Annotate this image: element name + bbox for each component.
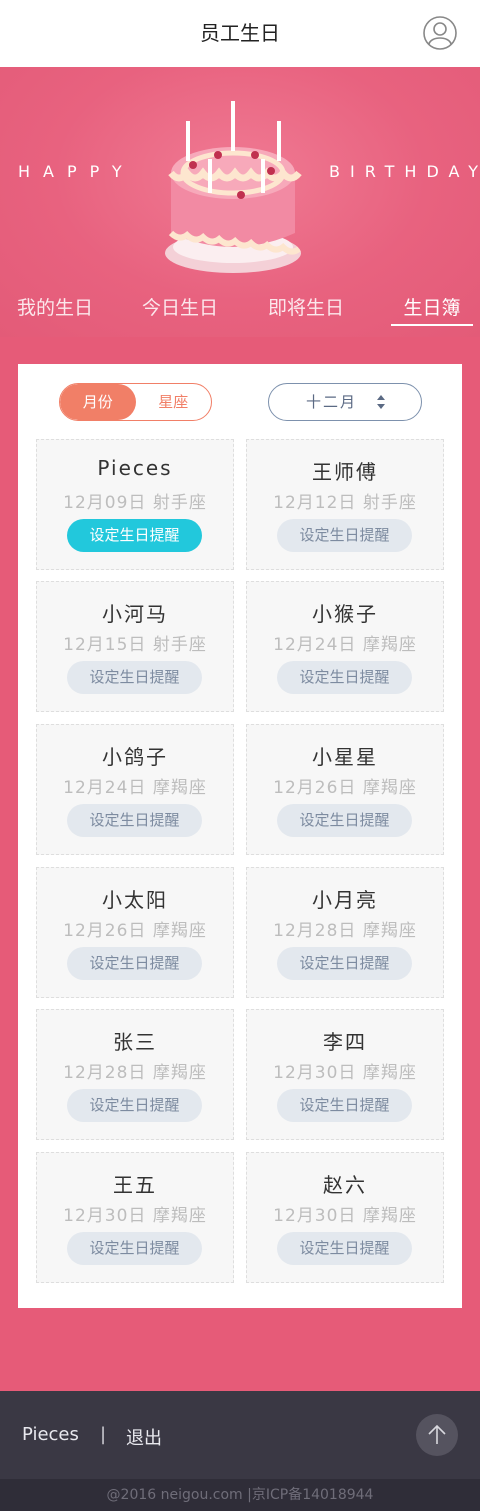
birthday-date: 12月09日 (63, 493, 147, 513)
footer-username-link[interactable]: Pieces (22, 1424, 79, 1445)
month-select[interactable]: 十二月 (268, 383, 422, 421)
filter-toggle: 月份 星座 (59, 383, 212, 421)
filter-by-zodiac-button[interactable]: 星座 (136, 384, 212, 420)
person-card: 李四 12月30日 摩羯座 设定生日提醒 (246, 1009, 444, 1140)
person-card: 小鸽子 12月24日 摩羯座 设定生日提醒 (36, 724, 234, 855)
page-footer: Pieces | 退出 (0, 1391, 480, 1479)
birthday-tabs: 我的生日 今日生日 即将生日 生日簿 (0, 290, 480, 330)
person-card: 小星星 12月26日 摩羯座 设定生日提醒 (246, 724, 444, 855)
zodiac-sign: 射手座 (152, 493, 207, 513)
person-name: 王师傅 (312, 460, 378, 484)
banner-word-happy: HAPPY (18, 162, 135, 181)
zodiac-sign: 摩羯座 (362, 1063, 417, 1083)
zodiac-sign: 摩羯座 (152, 921, 207, 941)
zodiac-sign: 摩羯座 (152, 1063, 207, 1083)
person-card: 王师傅 12月12日 射手座 设定生日提醒 (246, 439, 444, 570)
banner-word-birthday: BIRTHDAY (329, 162, 480, 181)
person-card: Pieces 12月09日 射手座 设定生日提醒 (36, 439, 234, 570)
set-reminder-button[interactable]: 设定生日提醒 (277, 1089, 412, 1122)
arrow-up-icon (428, 1424, 446, 1444)
person-name: 小鸽子 (102, 745, 168, 769)
zodiac-sign: 摩羯座 (152, 1206, 207, 1226)
person-birthday: 12月09日 射手座 (37, 488, 233, 513)
birthday-book-panel: 月份 星座 十二月 Pieces 12月09日 射手座 设定生日提醒 王师傅 1… (18, 364, 462, 1308)
copyright-notice: @2016 neigou.com |京ICP备14018944 (0, 1479, 480, 1511)
birthday-date: 12月30日 (63, 1206, 147, 1226)
person-name: 小月亮 (312, 888, 378, 912)
zodiac-sign: 摩羯座 (152, 778, 207, 798)
person-name: Pieces (97, 456, 173, 480)
person-card: 小河马 12月15日 射手座 设定生日提醒 (36, 581, 234, 712)
app-header: 员工生日 (0, 0, 480, 67)
zodiac-sign: 摩羯座 (362, 778, 417, 798)
person-card: 小月亮 12月28日 摩羯座 设定生日提醒 (246, 867, 444, 998)
person-name: 张三 (113, 1030, 157, 1054)
set-reminder-button[interactable]: 设定生日提醒 (67, 804, 202, 837)
person-name: 小太阳 (102, 888, 168, 912)
person-birthday: 12月26日 摩羯座 (37, 916, 233, 941)
sort-arrows-icon (377, 395, 385, 409)
person-name: 小猴子 (312, 602, 378, 626)
filter-by-month-button[interactable]: 月份 (60, 384, 136, 420)
set-reminder-button[interactable]: 设定生日提醒 (277, 947, 412, 980)
birthday-cake-icon (165, 101, 302, 273)
person-birthday: 12月26日 摩羯座 (247, 773, 443, 798)
person-birthday: 12月28日 摩羯座 (247, 916, 443, 941)
set-reminder-button[interactable]: 设定生日提醒 (67, 519, 202, 552)
person-card: 王五 12月30日 摩羯座 设定生日提醒 (36, 1152, 234, 1283)
birthday-date: 12月26日 (63, 921, 147, 941)
person-birthday: 12月24日 摩羯座 (247, 630, 443, 655)
person-birthday: 12月15日 射手座 (37, 630, 233, 655)
zodiac-sign: 摩羯座 (362, 1206, 417, 1226)
zodiac-sign: 摩羯座 (362, 921, 417, 941)
tab-birthday-book[interactable]: 生日簿 (391, 290, 473, 326)
person-birthday: 12月28日 摩羯座 (37, 1058, 233, 1083)
set-reminder-button[interactable]: 设定生日提醒 (67, 1232, 202, 1265)
person-card: 小猴子 12月24日 摩羯座 设定生日提醒 (246, 581, 444, 712)
set-reminder-button[interactable]: 设定生日提醒 (277, 804, 412, 837)
birthday-date: 12月28日 (63, 1063, 147, 1083)
birthday-date: 12月30日 (273, 1063, 357, 1083)
month-select-value: 十二月 (306, 393, 358, 411)
tab-upcoming-birthday[interactable]: 即将生日 (268, 290, 344, 326)
person-name: 王五 (113, 1173, 157, 1197)
tab-my-birthday[interactable]: 我的生日 (17, 290, 93, 326)
person-name: 赵六 (323, 1173, 367, 1197)
person-birthday: 12月24日 摩羯座 (37, 773, 233, 798)
birthday-date: 12月12日 (273, 493, 357, 513)
set-reminder-button[interactable]: 设定生日提醒 (277, 1232, 412, 1265)
person-birthday: 12月30日 摩羯座 (247, 1058, 443, 1083)
birthday-date: 12月24日 (273, 635, 357, 655)
back-to-top-button[interactable] (416, 1414, 458, 1456)
footer-separator: | (100, 1424, 107, 1445)
birthday-date: 12月15日 (63, 635, 147, 655)
set-reminder-button[interactable]: 设定生日提醒 (277, 519, 412, 552)
set-reminder-button[interactable]: 设定生日提醒 (67, 1089, 202, 1122)
person-birthday: 12月30日 摩羯座 (37, 1201, 233, 1226)
birthday-date: 12月28日 (273, 921, 357, 941)
person-name: 小河马 (102, 602, 168, 626)
zodiac-sign: 射手座 (152, 635, 207, 655)
set-reminder-button[interactable]: 设定生日提醒 (67, 947, 202, 980)
person-birthday: 12月12日 射手座 (247, 488, 443, 513)
set-reminder-button[interactable]: 设定生日提醒 (277, 661, 412, 694)
person-card: 张三 12月28日 摩羯座 设定生日提醒 (36, 1009, 234, 1140)
page-title: 员工生日 (200, 21, 280, 45)
set-reminder-button[interactable]: 设定生日提醒 (67, 661, 202, 694)
person-birthday: 12月30日 摩羯座 (247, 1201, 443, 1226)
zodiac-sign: 摩羯座 (362, 635, 417, 655)
birthday-date: 12月30日 (273, 1206, 357, 1226)
logout-link[interactable]: 退出 (126, 1424, 162, 1450)
birthday-date: 12月26日 (273, 778, 357, 798)
person-name: 李四 (323, 1030, 367, 1054)
zodiac-sign: 射手座 (362, 493, 417, 513)
user-circle-icon[interactable] (423, 16, 457, 50)
tab-today-birthday[interactable]: 今日生日 (142, 290, 218, 326)
person-card: 赵六 12月30日 摩羯座 设定生日提醒 (246, 1152, 444, 1283)
person-card: 小太阳 12月26日 摩羯座 设定生日提醒 (36, 867, 234, 998)
person-name: 小星星 (312, 745, 378, 769)
birthday-date: 12月24日 (63, 778, 147, 798)
